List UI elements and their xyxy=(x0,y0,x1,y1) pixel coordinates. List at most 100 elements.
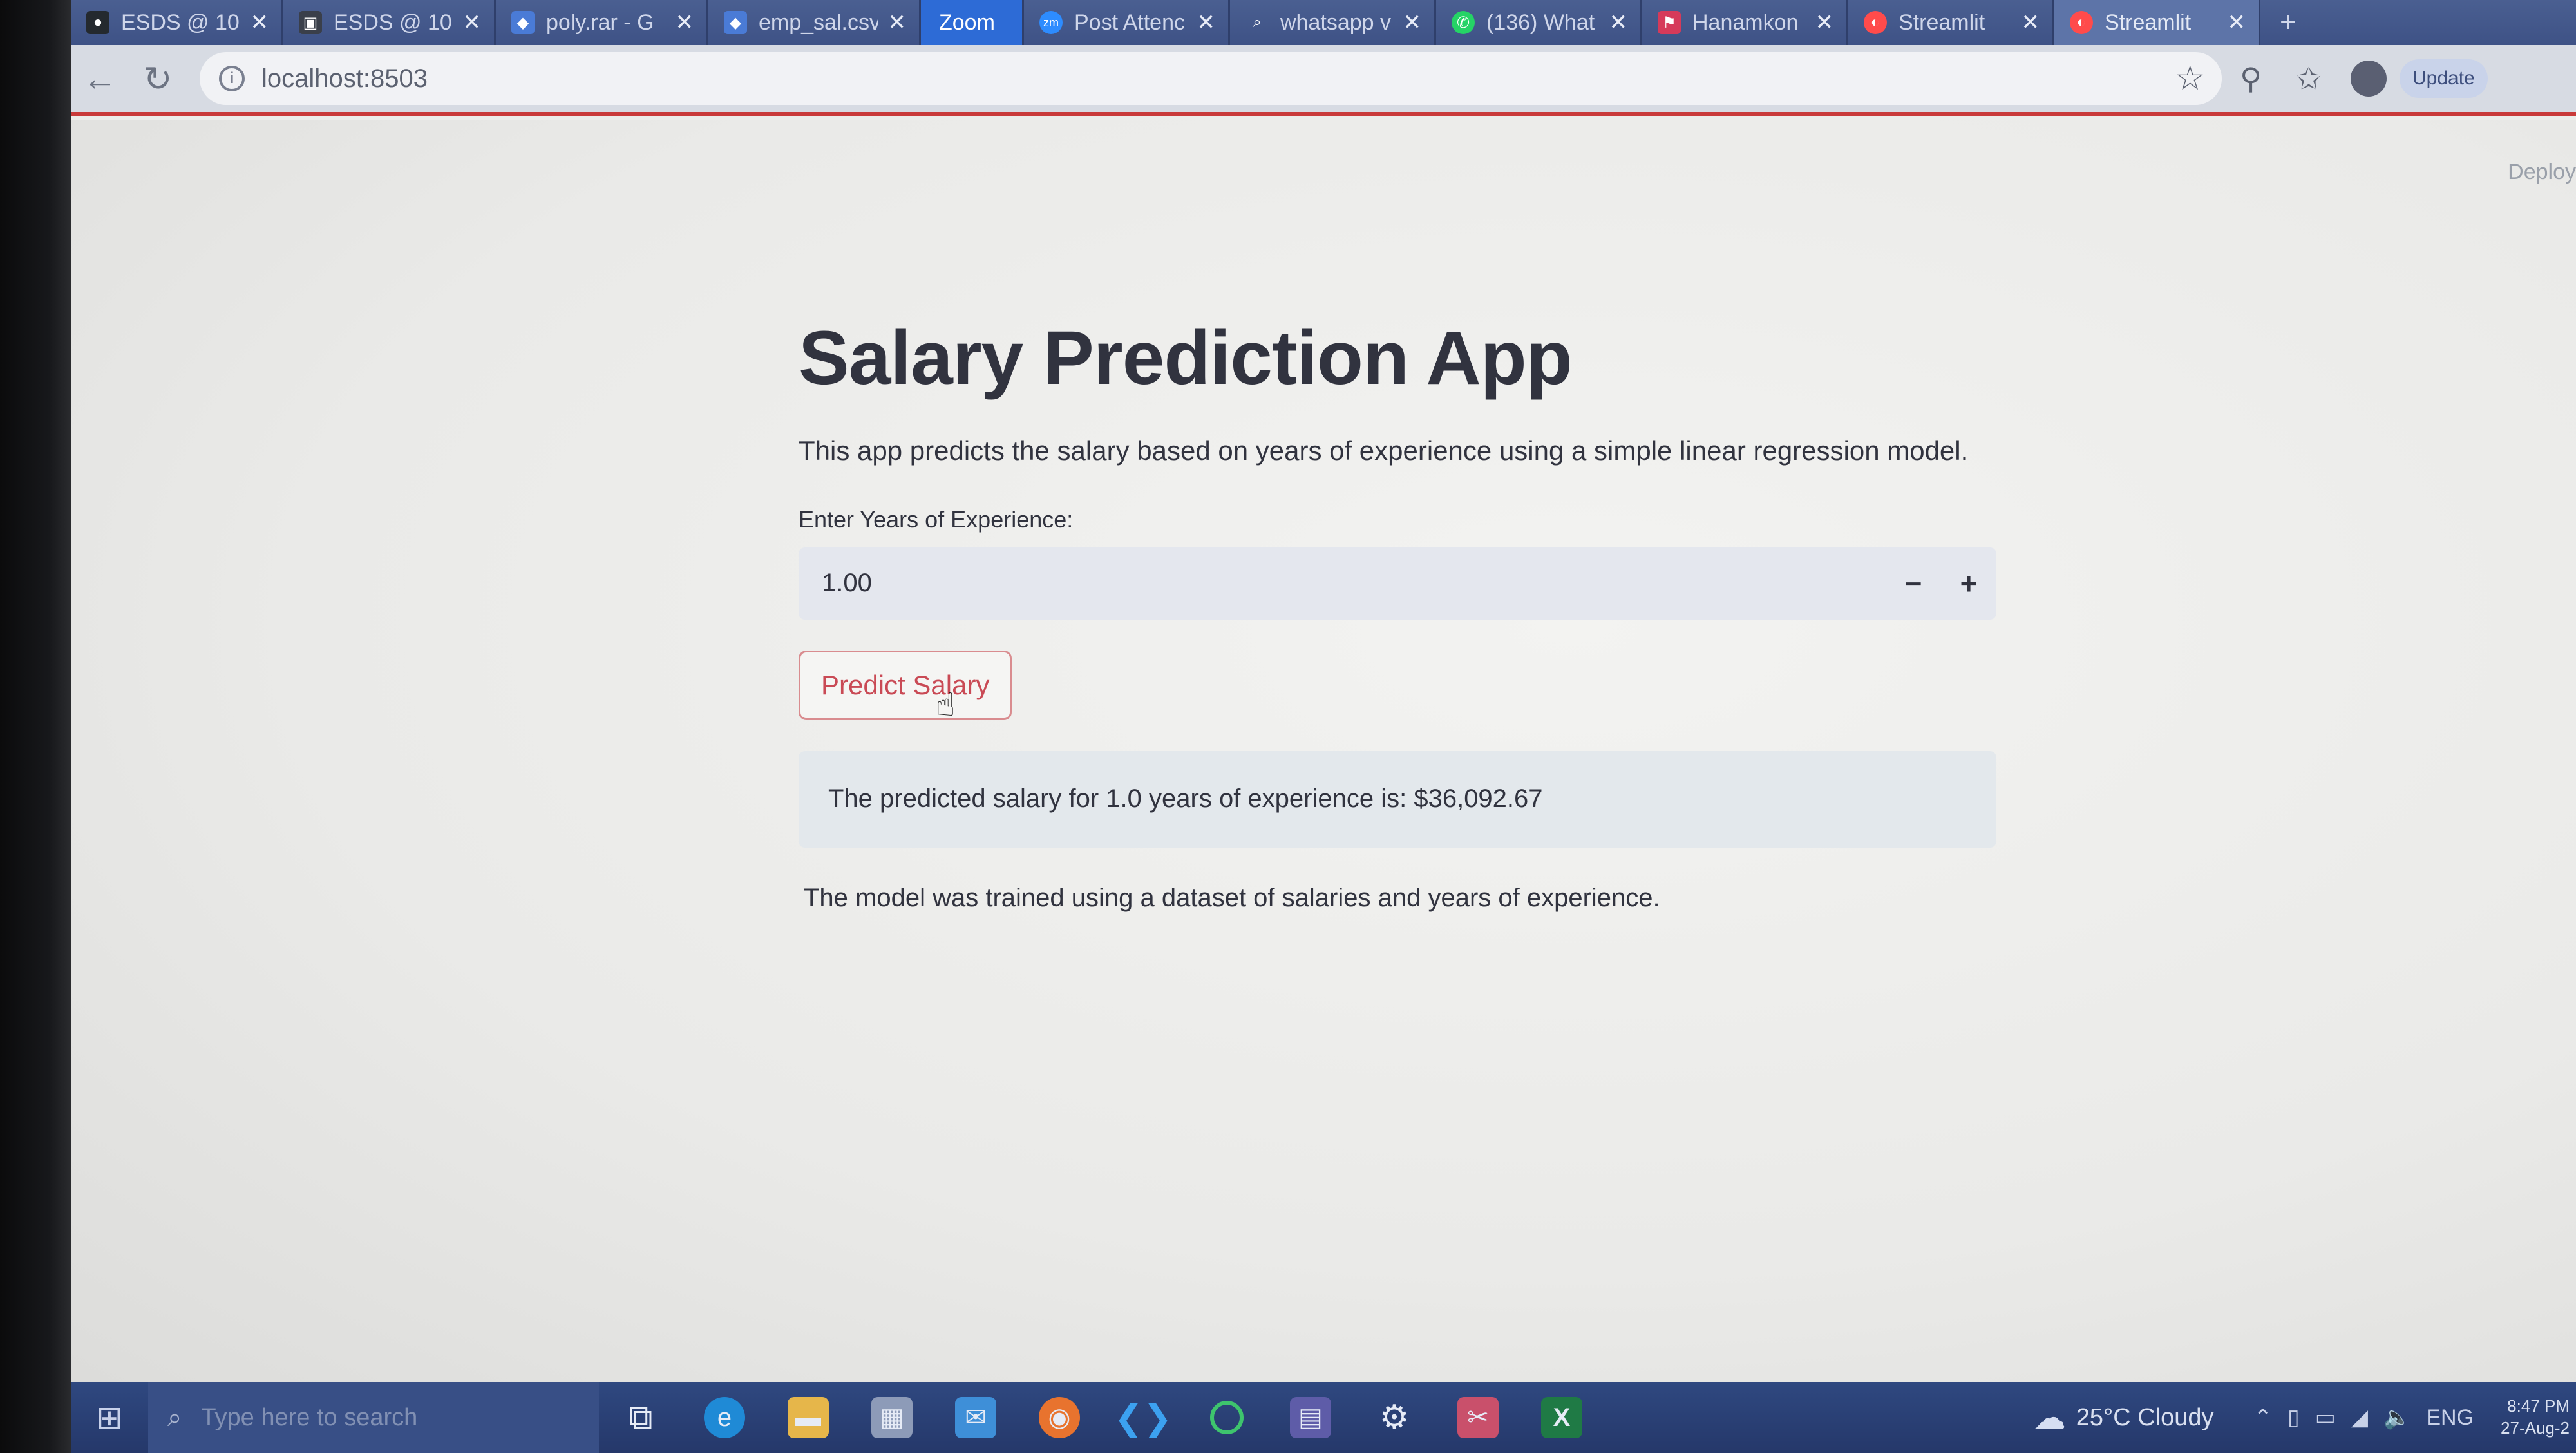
mail-icon[interactable]: ✉ xyxy=(934,1382,1018,1453)
language-indicator[interactable]: ENG xyxy=(2426,1405,2474,1430)
drive-icon: ◆ xyxy=(511,11,535,34)
taskbar-search-box[interactable]: ⌕ Type here to search xyxy=(148,1382,599,1453)
bookmark-star-icon[interactable]: ☆ xyxy=(2175,59,2205,98)
profile-avatar[interactable] xyxy=(2351,61,2387,97)
years-experience-label: Enter Years of Experience: xyxy=(799,506,1074,533)
clock[interactable]: 8:47 PM 27-Aug-2 xyxy=(2501,1396,2576,1439)
new-tab-button[interactable]: + xyxy=(2260,0,2316,45)
tab-title: whatsapp v xyxy=(1280,10,1391,35)
page-content: Deploy Salary Prediction App This app pr… xyxy=(71,120,2576,1382)
app-main: Salary Prediction App This app predicts … xyxy=(799,313,2080,913)
search-icon: ⌕ xyxy=(1253,14,1262,31)
tab-streamlit-active[interactable]: ◐ Streamlit ✕ xyxy=(2054,0,2260,45)
clock-time: 8:47 PM xyxy=(2507,1396,2570,1416)
search-icon: ⌕ xyxy=(167,1403,182,1432)
tab-post-attendance[interactable]: zm Post Attenc ✕ xyxy=(1024,0,1230,45)
store-icon[interactable]: ▦ xyxy=(850,1382,934,1453)
close-icon[interactable]: ✕ xyxy=(1197,10,1216,35)
tab-title: Hanamkon xyxy=(1692,10,1799,35)
close-icon[interactable]: ✕ xyxy=(1403,10,1422,35)
battery-icon[interactable]: ▭ xyxy=(2315,1405,2336,1430)
extensions-icon[interactable]: ⚲ xyxy=(2222,50,2280,108)
back-arrow-icon[interactable]: ← xyxy=(71,50,129,108)
settings-gear-icon[interactable]: ⚙ xyxy=(1352,1382,1436,1453)
close-icon[interactable]: ✕ xyxy=(251,10,269,35)
reload-icon[interactable]: ↻ xyxy=(129,50,187,108)
system-tray: ☁ 25°C Cloudy ⌃ ▯ ▭ ◢ 🔈 ENG 8:47 PM 27-A… xyxy=(2034,1382,2576,1453)
tab-title: ESDS @ 10 xyxy=(121,10,240,35)
tab-whatsapp-search[interactable]: ⌕ whatsapp v ✕ xyxy=(1230,0,1436,45)
vscode-icon[interactable]: ❮❯ xyxy=(1101,1382,1185,1453)
predict-salary-label: Predict Salary xyxy=(821,669,990,700)
clock-date: 27-Aug-2 xyxy=(2501,1418,2570,1438)
snipping-tool-icon[interactable]: ✂ xyxy=(1436,1382,1520,1453)
app-description: This app predicts the salary based on ye… xyxy=(799,435,1969,466)
weather-widget[interactable]: ☁ 25°C Cloudy xyxy=(2034,1399,2214,1436)
tab-title: emp_sal.csv xyxy=(759,10,878,35)
update-button[interactable]: Update xyxy=(2400,59,2488,98)
streamlit-icon: ◐ xyxy=(1864,11,1887,34)
close-icon[interactable]: ✕ xyxy=(676,10,694,35)
tab-title: Zoom xyxy=(939,10,995,35)
excel-icon[interactable]: X xyxy=(1520,1382,1604,1453)
taskbar-search-placeholder: Type here to search xyxy=(201,1403,418,1431)
close-icon[interactable]: ✕ xyxy=(888,10,907,35)
info-icon[interactable]: i xyxy=(219,66,245,91)
monitor-bezel xyxy=(0,0,71,1453)
weather-text: 25°C Cloudy xyxy=(2076,1403,2214,1431)
spotify-icon[interactable] xyxy=(1185,1382,1269,1453)
whatsapp-icon: ✆ xyxy=(1452,11,1475,34)
page-title: Salary Prediction App xyxy=(799,316,1573,401)
url-text: localhost:8503 xyxy=(261,64,428,93)
windows-taskbar: ⊞ ⌕ Type here to search ⧉ e ▬ ▦ ✉ ◉ ❮❯ ▤… xyxy=(71,1382,2576,1453)
github-icon: ● xyxy=(86,11,109,34)
zoom-icon: zm xyxy=(1039,11,1063,34)
device-icon[interactable]: ▯ xyxy=(2287,1405,2300,1430)
years-experience-input: − + xyxy=(799,547,1996,620)
calendar-app-icon[interactable]: ▤ xyxy=(1269,1382,1352,1453)
firefox-icon[interactable]: ◉ xyxy=(1018,1382,1101,1453)
close-icon[interactable]: ✕ xyxy=(2022,10,2040,35)
close-icon[interactable]: ✕ xyxy=(2228,10,2246,35)
favorites-icon[interactable]: ✩ xyxy=(2280,50,2338,108)
drive-icon: ◆ xyxy=(724,11,747,34)
streamlit-icon: ◐ xyxy=(2070,11,2093,34)
tab-title: (136) What xyxy=(1486,10,1595,35)
deploy-button[interactable]: Deploy xyxy=(2508,160,2576,185)
close-icon[interactable]: ✕ xyxy=(1815,10,1834,35)
prediction-result: The predicted salary for 1.0 years of ex… xyxy=(799,750,1996,848)
tab-whatsapp[interactable]: ✆ (136) What ✕ xyxy=(1436,0,1642,45)
tab-title: ESDS @ 10 xyxy=(334,10,452,35)
tab-poly-rar[interactable]: ◆ poly.rar - G ✕ xyxy=(496,0,708,45)
model-footnote: The model was trained using a dataset of… xyxy=(804,883,1660,912)
decrement-button[interactable]: − xyxy=(1886,547,1941,620)
predict-salary-button[interactable]: Predict Salary ☝ xyxy=(799,650,1012,723)
tab-streamlit-1[interactable]: ◐ Streamlit ✕ xyxy=(1848,0,2054,45)
tab-esds-2[interactable]: ▣ ESDS @ 10 ✕ xyxy=(283,0,496,45)
tab-zoom[interactable]: Zoom xyxy=(921,0,1024,45)
tab-title: poly.rar - G xyxy=(546,10,654,35)
close-icon[interactable]: ✕ xyxy=(463,10,482,35)
classroom-icon: ▣ xyxy=(299,11,322,34)
edge-browser-icon[interactable]: e xyxy=(683,1382,766,1453)
tab-title: Streamlit xyxy=(1899,10,1985,35)
wifi-icon[interactable]: ◢ xyxy=(2351,1405,2368,1430)
tab-esds-1[interactable]: ● ESDS @ 10 ✕ xyxy=(71,0,283,45)
address-bar[interactable]: i localhost:8503 ☆ xyxy=(200,52,2222,105)
cloud-icon: ☁ xyxy=(2033,1400,2066,1436)
hand-cursor-icon: ☝ xyxy=(936,686,956,723)
volume-icon[interactable]: 🔈 xyxy=(2383,1405,2410,1430)
windows-start-icon[interactable]: ⊞ xyxy=(71,1382,148,1453)
close-icon[interactable]: ✕ xyxy=(1609,10,1628,35)
file-explorer-icon[interactable]: ▬ xyxy=(766,1382,850,1453)
browser-tab-strip: ● ESDS @ 10 ✕ ▣ ESDS @ 10 ✕ ◆ poly.rar -… xyxy=(71,0,2576,45)
task-view-icon[interactable]: ⧉ xyxy=(599,1382,683,1453)
tab-emp-sal[interactable]: ◆ emp_sal.csv ✕ xyxy=(708,0,921,45)
tab-title: Post Attenc xyxy=(1074,10,1185,35)
bookmark-icon: ⚑ xyxy=(1658,11,1681,34)
chevron-up-icon[interactable]: ⌃ xyxy=(2254,1405,2273,1430)
tab-hanamkonda[interactable]: ⚑ Hanamkon ✕ xyxy=(1642,0,1848,45)
years-experience-field[interactable] xyxy=(799,547,1886,620)
browser-toolbar: ← ↻ i localhost:8503 ☆ ⚲ ✩ Update xyxy=(71,45,2576,116)
increment-button[interactable]: + xyxy=(1941,547,1996,620)
